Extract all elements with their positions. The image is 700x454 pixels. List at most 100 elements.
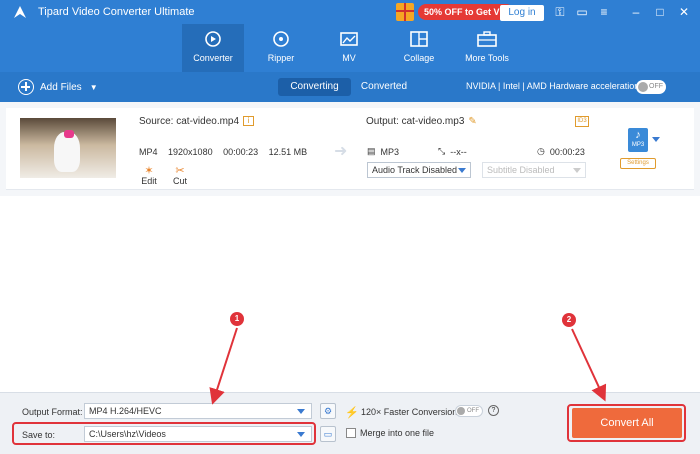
toggle-state: OFF — [649, 83, 663, 90]
clock-icon: ◷ — [537, 146, 545, 156]
output-format: ▤ MP3 — [367, 146, 399, 157]
output-label: Output: cat-video.mp3 — [366, 116, 465, 127]
tab-label: MV — [342, 53, 356, 63]
source-duration: 00:00:23 — [223, 147, 259, 157]
output-duration-value: 00:00:23 — [549, 146, 585, 157]
output-format-label: Output Format: — [22, 407, 83, 417]
tab-label: Converter — [193, 53, 233, 63]
source-file: Source: cat-video.mp4 i — [139, 116, 255, 127]
toggle-state: OFF — [467, 408, 479, 414]
app-title: Tipard Video Converter Ultimate — [38, 6, 195, 18]
file-list-empty-area — [0, 196, 700, 392]
format-badge-label: MP3 — [631, 142, 645, 148]
tab-converting[interactable]: Converting — [278, 78, 351, 96]
output-format-select[interactable]: MP4 H.264/HEVC — [84, 403, 312, 419]
converter-toolbar: Add Files ▼ Converting Converted NVIDIA … — [0, 72, 700, 102]
menu-icon[interactable]: ≡ — [596, 4, 612, 20]
converter-icon — [205, 31, 221, 47]
lightning-icon: ⚡ — [345, 407, 359, 419]
add-files-button[interactable]: Add Files ▼ — [18, 79, 98, 95]
tab-ripper[interactable]: Ripper — [250, 24, 312, 72]
source-meta: MP4 1920x1080 00:00:23 12.51 MB — [139, 147, 315, 157]
login-button[interactable]: Log in — [500, 5, 544, 21]
toolbox-icon — [477, 31, 497, 47]
film-icon: ▤ — [367, 146, 376, 156]
source-label: Source: cat-video.mp4 — [139, 116, 240, 127]
resize-icon: ⤡ — [438, 146, 446, 156]
hardware-acceleration-toggle[interactable]: OFF — [636, 80, 666, 94]
disc-icon — [273, 31, 289, 47]
source-resolution: 1920x1080 — [168, 147, 213, 157]
merge-checkbox[interactable] — [346, 428, 356, 438]
music-note-icon: ♪ — [635, 129, 641, 141]
toggle-knob — [638, 82, 648, 92]
scissors-icon: ✂ — [175, 165, 185, 177]
minimize-icon[interactable]: – — [628, 4, 644, 20]
toggle-knob — [457, 407, 465, 415]
file-item: Source: cat-video.mp4 i MP4 1920x1080 00:… — [6, 108, 694, 190]
source-size: 12.51 MB — [268, 147, 308, 157]
add-icon — [18, 79, 34, 95]
magic-wand-icon: ✶ — [144, 165, 154, 177]
gift-icon — [396, 3, 414, 21]
id3-button[interactable]: ID3 — [575, 116, 589, 127]
convert-all-highlight — [567, 404, 686, 442]
chevron-down-icon — [458, 168, 466, 173]
edit-label: Edit — [141, 176, 157, 186]
app-logo-icon — [14, 6, 26, 18]
format-badge[interactable]: ♪ MP3 — [628, 128, 648, 152]
step-marker-2: 2 — [562, 313, 576, 327]
tab-converter[interactable]: Converter — [182, 24, 244, 72]
audio-track-value: Audio Track Disabled — [372, 165, 458, 175]
subtitle-value: Subtitle Disabled — [487, 165, 555, 175]
edit-button[interactable]: ✶ Edit — [138, 164, 160, 186]
output-format-value: MP3 — [380, 146, 400, 157]
cut-label: Cut — [172, 176, 187, 186]
output-file: Output: cat-video.mp3 ✎ — [366, 116, 477, 127]
step-marker-1: 1 — [230, 312, 244, 326]
faster-conversion-label: 120× Faster Conversion — [361, 407, 458, 417]
tab-label: Ripper — [267, 53, 295, 63]
output-format-value: MP4 H.264/HEVC — [89, 406, 162, 416]
format-settings-icon[interactable]: ⚙ — [320, 403, 336, 419]
chevron-down-icon[interactable]: ▼ — [90, 83, 98, 92]
arrow-right-icon: ➜ — [334, 143, 348, 160]
hardware-acceleration-label: NVIDIA | Intel | AMD Hardware accelerati… — [466, 81, 640, 91]
mv-icon — [340, 32, 358, 46]
tab-label: Collage — [403, 53, 435, 63]
merge-label: Merge into one file — [360, 428, 435, 438]
output-resolution: ⤡ --x-- — [438, 146, 467, 157]
chevron-down-icon — [573, 168, 581, 173]
folder-icon[interactable]: ▭ — [320, 426, 336, 442]
faster-conversion-toggle[interactable]: OFF — [455, 405, 483, 417]
tab-label: More Tools — [465, 53, 509, 63]
add-files-label: Add Files — [40, 81, 82, 93]
tab-mv[interactable]: MV — [318, 24, 380, 72]
chevron-down-icon — [297, 409, 305, 414]
tab-collage[interactable]: Collage — [388, 24, 450, 72]
title-bar: Tipard Video Converter Ultimate 50% OFF … — [0, 0, 700, 24]
vip-promo[interactable]: 50% OFF to Get VIP — [396, 3, 515, 21]
main-nav: Converter Ripper MV Collage More Tools — [0, 24, 700, 72]
key-icon[interactable]: ⚿ — [552, 4, 568, 20]
source-format: MP4 — [139, 147, 158, 157]
video-thumbnail[interactable] — [20, 118, 116, 178]
settings-button[interactable]: Settings — [620, 158, 656, 169]
info-icon[interactable]: i — [243, 116, 255, 127]
pencil-icon[interactable]: ✎ — [468, 116, 476, 127]
output-resolution-value: --x-- — [450, 146, 467, 157]
save-to-highlight — [12, 422, 316, 445]
help-icon[interactable]: ? — [488, 405, 499, 416]
audio-track-select[interactable]: Audio Track Disabled — [367, 162, 471, 178]
output-duration: ◷ 00:00:23 — [537, 146, 585, 157]
collage-icon — [410, 31, 428, 47]
tab-more-tools[interactable]: More Tools — [456, 24, 518, 72]
chat-icon[interactable]: ▭ — [574, 4, 590, 20]
subtitle-select[interactable]: Subtitle Disabled — [482, 162, 586, 178]
cat-image — [54, 130, 80, 172]
cut-button[interactable]: ✂ Cut — [169, 164, 191, 186]
maximize-icon[interactable]: □ — [652, 4, 668, 20]
close-icon[interactable]: ✕ — [676, 4, 692, 20]
chevron-down-icon[interactable] — [652, 137, 660, 142]
tab-converted[interactable]: Converted — [358, 78, 410, 96]
